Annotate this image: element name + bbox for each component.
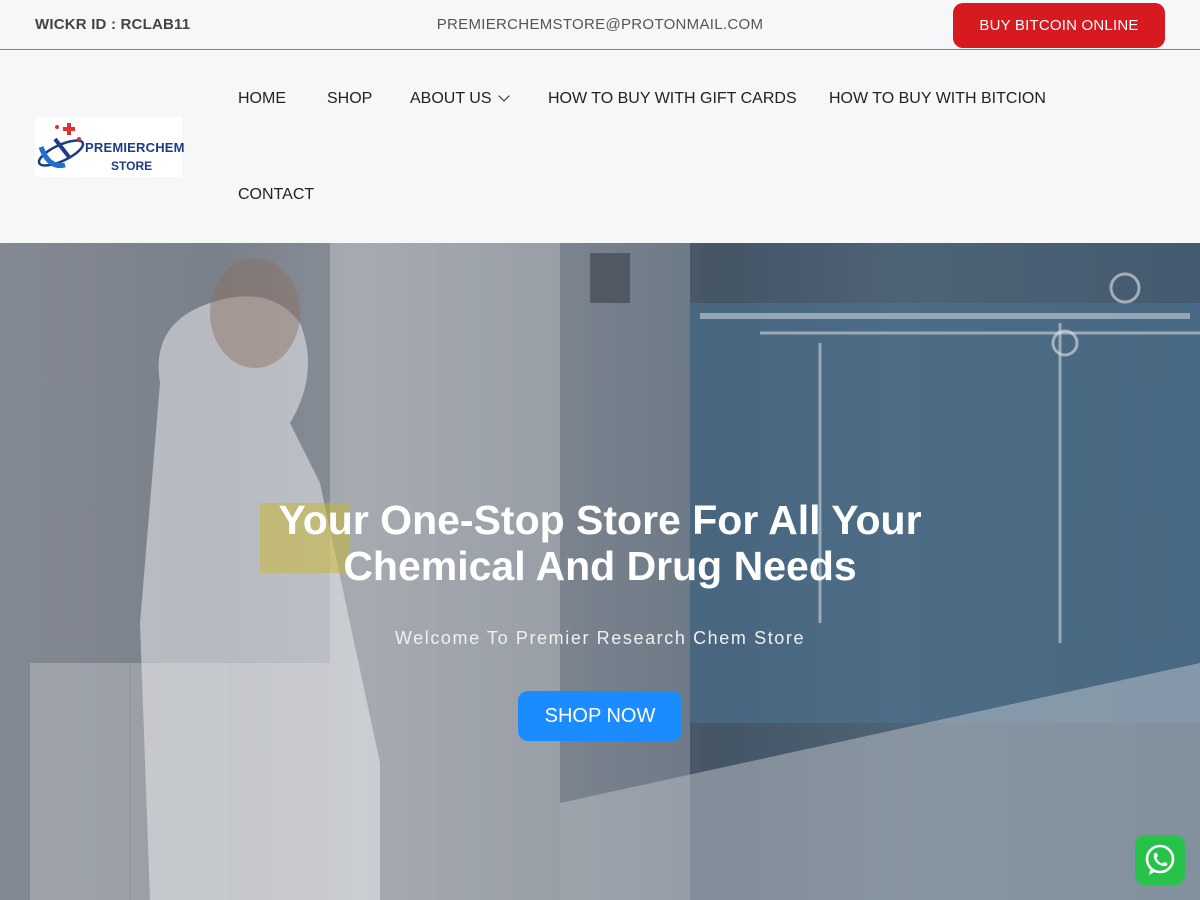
hero-title-line-2: Chemical And Drug Needs: [343, 543, 857, 589]
nav-home[interactable]: HOME: [238, 90, 286, 108]
nav-home-label: HOME: [238, 90, 286, 107]
logo-subtext: STORE: [111, 159, 153, 173]
shop-now-button[interactable]: SHOP NOW: [518, 691, 682, 741]
site-logo[interactable]: PREMIERCHEM STORE: [35, 117, 185, 177]
logo-text: PREMIERCHEM: [85, 140, 185, 155]
nav-about-label: ABOUT US: [410, 90, 492, 107]
hero-title: Your One-Stop Store For All Your Chemica…: [0, 497, 1200, 589]
nav-contact[interactable]: CONTACT: [238, 186, 314, 204]
chevron-down-icon[interactable]: [497, 90, 510, 102]
nav-gift-label: HOW TO BUY WITH GIFT CARDS: [548, 90, 797, 107]
nav-bitcoin-label: HOW TO BUY WITH BITCION: [829, 90, 1046, 107]
site-header: PREMIERCHEM STORE HOME SHOP ABOUT US HOW…: [0, 51, 1200, 243]
hero-banner: Your One-Stop Store For All Your Chemica…: [0, 243, 1200, 900]
nav-shop[interactable]: SHOP: [327, 90, 372, 108]
top-bar: WICKR ID : RCLAB11 PREMIERCHEMSTORE@PROT…: [0, 0, 1200, 50]
nav-gift-cards[interactable]: HOW TO BUY WITH GIFT CARDS: [548, 90, 797, 108]
nav-about-us[interactable]: ABOUT US: [410, 90, 510, 108]
nav-bitcoin[interactable]: HOW TO BUY WITH BITCION: [829, 90, 1046, 108]
hero-title-line-1: Your One-Stop Store For All Your: [278, 497, 922, 543]
nav-shop-label: SHOP: [327, 90, 373, 107]
hero-subtitle: Welcome To Premier Research Chem Store: [394, 628, 806, 648]
buy-bitcoin-button[interactable]: BUY BITCOIN ONLINE: [953, 3, 1165, 48]
nav-contact-label: CONTACT: [238, 186, 315, 203]
whatsapp-icon: [1145, 844, 1175, 875]
whatsapp-button[interactable]: [1135, 835, 1185, 885]
